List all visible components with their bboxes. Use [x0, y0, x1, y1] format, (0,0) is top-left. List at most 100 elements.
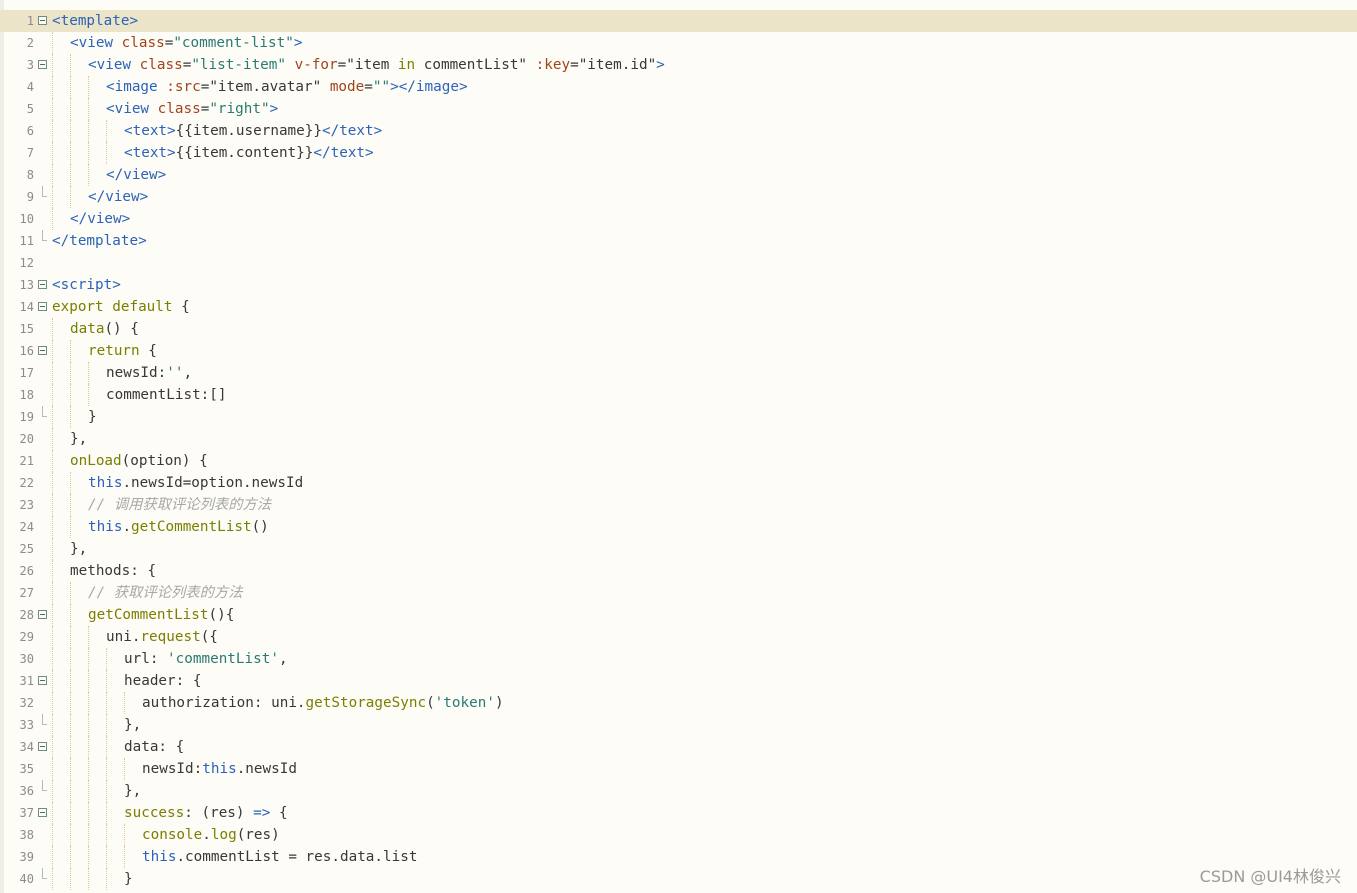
- token-str: 'token': [434, 695, 495, 711]
- code-line[interactable]: 36},: [0, 780, 1357, 802]
- code-line[interactable]: 26 methods: {: [0, 560, 1357, 582]
- code-line[interactable]: 7 <text>{{item.content}}</text>: [0, 142, 1357, 164]
- code-line[interactable]: 8 </view>: [0, 164, 1357, 186]
- token-plain: {: [139, 343, 157, 359]
- code-line[interactable]: 17 newsId:'',: [0, 362, 1357, 384]
- fold-toggle-icon[interactable]: [38, 60, 47, 69]
- code-line[interactable]: 22 this.newsId=option.newsId: [0, 472, 1357, 494]
- code-line[interactable]: 2 <view class="comment-list">: [0, 32, 1357, 54]
- fold-end-marker: [38, 406, 47, 421]
- code-text: </template>: [52, 230, 147, 252]
- token-tag: <template>: [52, 13, 139, 29]
- line-number: 4: [26, 80, 34, 94]
- token-punc: =: [337, 57, 347, 73]
- fold-toggle-icon[interactable]: [38, 610, 47, 619]
- code-line[interactable]: 40}: [0, 868, 1357, 890]
- code-text: <text>{{item.content}}</text>: [124, 142, 374, 164]
- code-line[interactable]: 24 this.getCommentList(): [0, 516, 1357, 538]
- fold-toggle-icon[interactable]: [38, 346, 47, 355]
- code-line[interactable]: 5 <view class="right">: [0, 98, 1357, 120]
- code-line[interactable]: 4 <image :src="item.avatar" mode=""></ima…: [0, 76, 1357, 98]
- code-text: success: (res) => {: [124, 802, 288, 824]
- token-plain: ({: [200, 629, 218, 645]
- fold-toggle-icon[interactable]: [38, 16, 47, 25]
- token-this: this: [88, 519, 123, 535]
- fold-toggle-icon[interactable]: [38, 280, 47, 289]
- token-plain: newsId:: [106, 365, 167, 381]
- code-text: console.log(res): [142, 824, 280, 846]
- token-tag: >: [293, 35, 303, 51]
- token-fn: log: [210, 827, 237, 843]
- code-line[interactable]: 10 </view>: [0, 208, 1357, 230]
- fold-toggle-icon[interactable]: [38, 808, 47, 817]
- code-line[interactable]: 25},: [0, 538, 1357, 560]
- code-line[interactable]: 21 onLoad(option) {: [0, 450, 1357, 472]
- token-plain: .: [122, 519, 132, 535]
- token-tag: <view: [88, 57, 140, 73]
- line-number: 28: [19, 608, 34, 622]
- code-line[interactable]: 12: [0, 252, 1357, 274]
- code-text: },: [70, 538, 87, 560]
- code-line[interactable]: 37 success: (res) => {: [0, 802, 1357, 824]
- code-text: getCommentList(){: [88, 604, 234, 626]
- code-line[interactable]: 20},: [0, 428, 1357, 450]
- token-plain: },: [70, 541, 88, 557]
- token-plain: commentList:[]: [106, 387, 227, 403]
- code-line[interactable]: 16 return {: [0, 340, 1357, 362]
- code-line[interactable]: 11 </template>: [0, 230, 1357, 252]
- code-editor[interactable]: 1 <template> 2 <view class="comment-list"> 3…: [0, 10, 1357, 890]
- line-number: 17: [19, 366, 34, 380]
- token-plain: commentList": [415, 57, 536, 73]
- code-line[interactable]: 34 data: {: [0, 736, 1357, 758]
- code-line[interactable]: 28 getCommentList(){: [0, 604, 1357, 626]
- code-line[interactable]: 27 // 获取评论列表的方法: [0, 582, 1357, 604]
- line-number: 38: [19, 828, 34, 842]
- code-line[interactable]: 18 commentList:[]: [0, 384, 1357, 406]
- code-line[interactable]: 9 </view>: [0, 186, 1357, 208]
- token-fn: request: [140, 629, 201, 645]
- line-number: 7: [26, 146, 34, 160]
- line-number: 31: [19, 674, 34, 688]
- code-line[interactable]: 23 // 调用获取评论列表的方法: [0, 494, 1357, 516]
- code-line[interactable]: 3 <view class="list-item" v-for="item in …: [0, 54, 1357, 76]
- code-line[interactable]: 13 <script>: [0, 274, 1357, 296]
- token-plain: newsId:: [142, 761, 203, 777]
- token-tag: </view>: [106, 167, 167, 183]
- code-line[interactable]: 30 url: 'commentList',: [0, 648, 1357, 670]
- code-line[interactable]: 31 header: {: [0, 670, 1357, 692]
- code-line[interactable]: 14 export default {: [0, 296, 1357, 318]
- token-tag: <text>: [124, 145, 176, 161]
- code-line[interactable]: 6 <text>{{item.username}}</text>: [0, 120, 1357, 142]
- token-attr: class: [139, 57, 183, 73]
- line-number: 3: [26, 58, 34, 72]
- fold-toggle-icon[interactable]: [38, 742, 47, 751]
- code-line[interactable]: 32 authorization: uni.getStorageSync('tok…: [0, 692, 1357, 714]
- token-fn: console: [142, 827, 203, 843]
- token-fn: success: [124, 805, 185, 821]
- fold-toggle-icon[interactable]: [38, 676, 47, 685]
- line-number: 35: [19, 762, 34, 776]
- code-line[interactable]: 39 this.commentList = res.data.list: [0, 846, 1357, 868]
- token-attr: class: [121, 35, 165, 51]
- code-line[interactable]: 35 newsId:this.newsId: [0, 758, 1357, 780]
- code-text: <view class="right">: [106, 98, 278, 120]
- token-tag: ></image>: [390, 79, 468, 95]
- code-line[interactable]: 1 <template>: [0, 10, 1357, 32]
- token-tag: </text>: [313, 145, 374, 161]
- code-text: }: [88, 406, 97, 428]
- code-line[interactable]: 15 data() {: [0, 318, 1357, 340]
- line-number: 26: [19, 564, 34, 578]
- line-number: 22: [19, 476, 34, 490]
- code-line[interactable]: 38 console.log(res): [0, 824, 1357, 846]
- token-plain: ): [494, 695, 504, 711]
- code-line[interactable]: 19}: [0, 406, 1357, 428]
- code-line[interactable]: 33},: [0, 714, 1357, 736]
- code-line[interactable]: 29 uni.request({: [0, 626, 1357, 648]
- code-text: this.newsId=option.newsId: [88, 472, 303, 494]
- token-tag: <text>: [124, 123, 176, 139]
- fold-toggle-icon[interactable]: [38, 302, 47, 311]
- code-text: },: [124, 780, 141, 802]
- line-number: 2: [26, 36, 34, 50]
- line-number: 14: [19, 300, 34, 314]
- token-plain: },: [124, 783, 142, 799]
